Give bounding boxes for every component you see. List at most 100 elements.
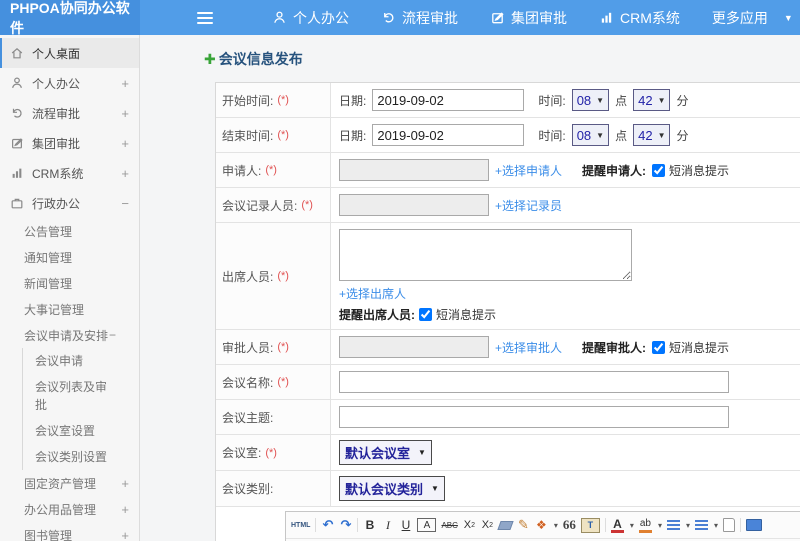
sms-option: 短消息提示 [652, 339, 729, 356]
sidebar-item-office-supplies-mgmt[interactable]: 办公用品管理 + [0, 496, 139, 522]
italic-button[interactable]: I [381, 517, 394, 533]
sidebar-item-label: 集团审批 [32, 136, 81, 151]
meeting-name-input[interactable] [339, 371, 729, 393]
approver-input[interactable] [339, 336, 489, 358]
sidebar-item-label: 会议申请 [35, 354, 84, 368]
caret-down-icon[interactable]: ▾ [714, 521, 718, 530]
subscript-button[interactable]: X2 [481, 517, 494, 533]
approver-sms-checkbox[interactable] [652, 340, 666, 354]
underline-button[interactable]: U [399, 517, 412, 533]
field-value [331, 400, 800, 434]
attendees-sms-checkbox[interactable] [419, 308, 432, 321]
meeting-subject-input[interactable] [339, 406, 729, 428]
blockquote-button[interactable]: 66 [563, 517, 576, 533]
caret-down-icon[interactable]: ▾ [686, 521, 690, 530]
ordered-list-button[interactable] [666, 520, 680, 530]
sidebar: 个人桌面 个人办公 + 流程审批 + 集团审批 + CRM系统 + 行政办公 −… [0, 35, 140, 541]
caret-down-icon[interactable]: ▾ [658, 521, 662, 530]
font-color-button[interactable]: A [610, 517, 624, 533]
color-palette-button[interactable]: ❖ [535, 517, 548, 533]
sidebar-item-meeting-apply[interactable]: 会议申请 [23, 348, 139, 374]
fullscreen-button[interactable] [745, 519, 762, 531]
attendees-textarea[interactable] [339, 229, 632, 281]
sidebar-item-label: 固定资产管理 [24, 476, 97, 491]
eraser-icon [497, 520, 514, 530]
html-source-button[interactable]: HTML [291, 517, 310, 533]
sidebar-item-process-approval[interactable]: 流程审批 + [0, 98, 139, 128]
new-page-button[interactable] [722, 518, 735, 532]
collapse-toggle: − [109, 328, 117, 342]
required-mark: (*) [301, 199, 313, 211]
hamburger-menu-button[interactable] [192, 0, 218, 35]
sidebar-item-meeting-room-settings[interactable]: 会议室设置 [23, 418, 139, 444]
end-hour-select[interactable]: 08 ▼ [571, 124, 610, 146]
sidebar-item-admin-office[interactable]: 行政办公 − [0, 188, 139, 218]
applicant-input[interactable] [339, 159, 489, 181]
required-mark: (*) [265, 164, 277, 176]
minute-unit: 分 [676, 93, 689, 108]
sidebar-item-meeting-list-approval[interactable]: 会议列表及审批 [23, 374, 139, 418]
caret-down-icon[interactable]: ▾ [630, 521, 634, 530]
end-date-input[interactable] [372, 124, 525, 146]
format-brush-button[interactable]: ✎ [517, 517, 530, 533]
expand-toggle: + [121, 501, 129, 517]
sidebar-item-label: 新闻管理 [24, 276, 73, 291]
briefcase-icon [11, 198, 23, 209]
sidebar-item-events-mgmt[interactable]: 大事记管理 [0, 296, 139, 322]
applicant-sms-checkbox[interactable] [652, 163, 666, 177]
field-value: 默认会议室 ▼ [331, 435, 800, 470]
caret-down-icon[interactable]: ▾ [554, 521, 558, 530]
font-box-button[interactable]: A [417, 518, 437, 532]
collapse-toggle: − [121, 195, 129, 211]
bold-button[interactable]: B [363, 517, 376, 533]
topnav-more-apps[interactable]: 更多应用 ▼ [712, 8, 793, 28]
paste-text-button[interactable]: T [580, 517, 600, 533]
meeting-category-select[interactable]: 默认会议类别 ▼ [339, 476, 445, 501]
eraser-button[interactable] [497, 517, 514, 533]
meeting-room-select[interactable]: 默认会议室 ▼ [339, 440, 432, 465]
sidebar-item-fixed-assets-mgmt[interactable]: 固定资产管理 + [0, 470, 139, 496]
edit-icon [12, 138, 23, 149]
start-minute-select[interactable]: 42 ▼ [633, 89, 671, 111]
sub-base: X [481, 519, 490, 531]
sidebar-item-personal-desktop[interactable]: 个人桌面 [0, 38, 139, 68]
topnav-group-approval[interactable]: 集团审批 [490, 8, 567, 28]
sidebar-item-notice-mgmt[interactable]: 通知管理 [0, 244, 139, 270]
sidebar-item-label: 个人桌面 [32, 46, 81, 61]
topnav-personal-office[interactable]: 个人办公 [272, 8, 349, 28]
select-applicant-link[interactable]: +选择申请人 [495, 162, 562, 179]
strikethrough-button[interactable]: ABC [441, 517, 457, 533]
start-date-input[interactable] [372, 89, 525, 111]
field-value: +选择审批人 提醒审批人: 短消息提示 [331, 330, 800, 364]
topnav-process-approval[interactable]: 流程审批 [381, 8, 458, 28]
sidebar-item-news-mgmt[interactable]: 新闻管理 [0, 270, 139, 296]
toolbar-separator [604, 518, 606, 532]
sidebar-item-personal-office[interactable]: 个人办公 + [0, 68, 139, 98]
form-row-start-time: 开始时间: (*) 日期: 时间: 08 ▼ 点 42 ▼ 分 [216, 83, 800, 118]
caret-down-icon: ▼ [783, 12, 793, 23]
minute-value: 42 [638, 127, 653, 143]
start-hour-select[interactable]: 08 ▼ [571, 89, 610, 111]
topnav-crm-system[interactable]: CRM系统 [599, 8, 680, 28]
sidebar-item-group-approval[interactable]: 集团审批 + [0, 128, 139, 158]
sidebar-item-book-mgmt[interactable]: 图书管理 + [0, 522, 139, 541]
highlight-color-button[interactable]: ab [638, 518, 652, 533]
sidebar-item-meeting-request-section[interactable]: 会议申请及安排 − [0, 322, 139, 348]
field-label: 会议类别: [216, 471, 331, 506]
end-minute-select[interactable]: 42 ▼ [633, 124, 671, 146]
recorder-input[interactable] [339, 194, 489, 216]
redo-button[interactable]: ↷ [339, 517, 352, 533]
superscript-button[interactable]: X2 [463, 517, 476, 533]
sidebar-item-announcement-mgmt[interactable]: 公告管理 [0, 218, 139, 244]
date-label: 日期: [339, 93, 367, 108]
unordered-list-button[interactable] [694, 520, 708, 530]
select-attendees-link[interactable]: +选择出席人 [339, 285, 406, 302]
undo-button[interactable]: ↶ [321, 517, 334, 533]
field-label: 会议主题: [216, 400, 331, 434]
select-recorder-link[interactable]: +选择记录员 [495, 197, 562, 214]
sidebar-item-meeting-category-settings[interactable]: 会议类别设置 [23, 444, 139, 470]
field-label: 出席人员: (*) [216, 223, 331, 329]
select-approver-link[interactable]: +选择审批人 [495, 339, 562, 356]
sidebar-item-crm-system[interactable]: CRM系统 + [0, 158, 139, 188]
home-icon [11, 47, 23, 59]
